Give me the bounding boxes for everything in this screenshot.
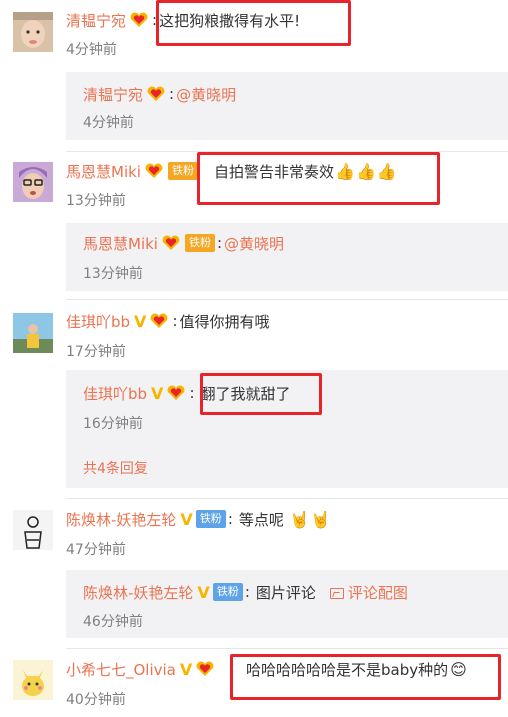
username[interactable]: 清韫宁宛 [66, 10, 126, 31]
username[interactable]: 佳琪吖bb [66, 311, 130, 332]
colon: : [152, 11, 158, 29]
rock-hand-icon: 🤘 [289, 509, 310, 529]
reply-timestamp: 13分钟前 [83, 266, 143, 282]
comment-text: 哈哈哈哈哈哈是不是baby种的 [246, 660, 449, 679]
reply-text: 翻了我就甜了 [200, 384, 291, 403]
comment-text: 自拍警告非常奏效 [214, 162, 335, 181]
colon: : [169, 85, 175, 103]
avatar[interactable] [13, 162, 53, 202]
picture-link-label: 评论配图 [347, 583, 408, 602]
reply-box: 馬恩慧Miki 铁粉 : @黄晓明 13分钟前 [66, 223, 508, 291]
timestamp: 17分钟前 [66, 344, 126, 360]
heart-badge-icon[interactable] [128, 11, 150, 29]
comment-text: 值得你拥有哦 [179, 312, 270, 331]
smile-icon: 😊 [450, 659, 467, 679]
heart-badge-icon[interactable] [165, 384, 187, 402]
username[interactable]: 馬恩慧Miki [66, 161, 141, 182]
iron-fan-badge[interactable]: 铁粉 [184, 234, 215, 252]
divider [66, 299, 508, 300]
thumbs-up-icon: 👍 [335, 161, 355, 181]
reply-username[interactable]: 馬恩慧Miki [83, 233, 158, 254]
verified-v-icon[interactable]: V [197, 583, 209, 602]
mention-link[interactable]: @黄晓明 [224, 233, 284, 254]
colon: : [244, 583, 250, 601]
more-replies-link[interactable]: 共4条回复 [83, 458, 148, 478]
reply-timestamp: 46分钟前 [83, 614, 143, 630]
verified-v-icon[interactable]: V [180, 510, 192, 529]
username[interactable]: 陈焕林-妖艳左轮 [66, 509, 176, 530]
divider [66, 498, 508, 499]
heart-badge-icon[interactable] [160, 234, 182, 252]
avatar[interactable] [13, 510, 53, 550]
iron-fan-badge[interactable]: 铁粉 [212, 583, 243, 601]
avatar[interactable] [13, 660, 53, 700]
heart-badge-icon[interactable] [194, 660, 216, 678]
divider [66, 151, 508, 152]
rock-hand-icon: 🤘 [310, 509, 331, 529]
heart-badge-icon[interactable] [145, 85, 167, 103]
picture-icon [329, 587, 344, 599]
timestamp: 4分钟前 [66, 42, 117, 58]
avatar[interactable] [13, 12, 53, 52]
colon: : [227, 510, 233, 528]
verified-v-icon[interactable]: V [151, 384, 163, 403]
reply-timestamp: 16分钟前 [83, 416, 143, 432]
username[interactable]: 小希七七_Olivia [66, 659, 176, 680]
mention-link[interactable]: @黄晓明 [176, 84, 236, 105]
timestamp: 40分钟前 [66, 692, 126, 708]
verified-v-icon[interactable]: V [180, 660, 192, 679]
reply-box: 佳琪吖bb V : 翻了我就甜了 16分钟前 共4条回复 [66, 370, 508, 488]
thumbs-up-icon: 👍 [376, 161, 397, 181]
reply-username[interactable]: 佳琪吖bb [83, 383, 147, 404]
iron-fan-badge[interactable]: 铁粉 [195, 510, 226, 528]
avatar[interactable] [13, 313, 53, 353]
heart-badge-icon[interactable] [143, 162, 165, 180]
reply-timestamp: 4分钟前 [83, 115, 134, 131]
reply-box: 陈焕林-妖艳左轮 V 铁粉 : 图片评论 评论配图 46分钟前 [66, 570, 508, 638]
colon: : [172, 312, 178, 330]
verified-v-icon[interactable]: V [134, 312, 146, 331]
reply-username[interactable]: 陈焕林-妖艳左轮 [83, 582, 193, 603]
colon: : [189, 384, 195, 402]
heart-badge-icon[interactable] [148, 312, 170, 330]
comment-text: 这把狗粮撒得有水平! [159, 11, 301, 30]
reply-box: 清韫宁宛 : @黄晓明 4分钟前 [66, 72, 508, 140]
thumbs-up-icon: 👍 [355, 161, 376, 181]
reply-username[interactable]: 清韫宁宛 [83, 84, 143, 105]
timestamp: 47分钟前 [66, 542, 126, 558]
iron-fan-badge[interactable]: 铁粉 [167, 162, 198, 180]
timestamp: 13分钟前 [66, 193, 126, 209]
divider [66, 648, 508, 649]
reply-text: 图片评论 [255, 583, 316, 602]
picture-link[interactable]: 评论配图 [329, 582, 408, 603]
comment-text: 等点呢 [238, 510, 284, 529]
colon: : [216, 234, 223, 252]
